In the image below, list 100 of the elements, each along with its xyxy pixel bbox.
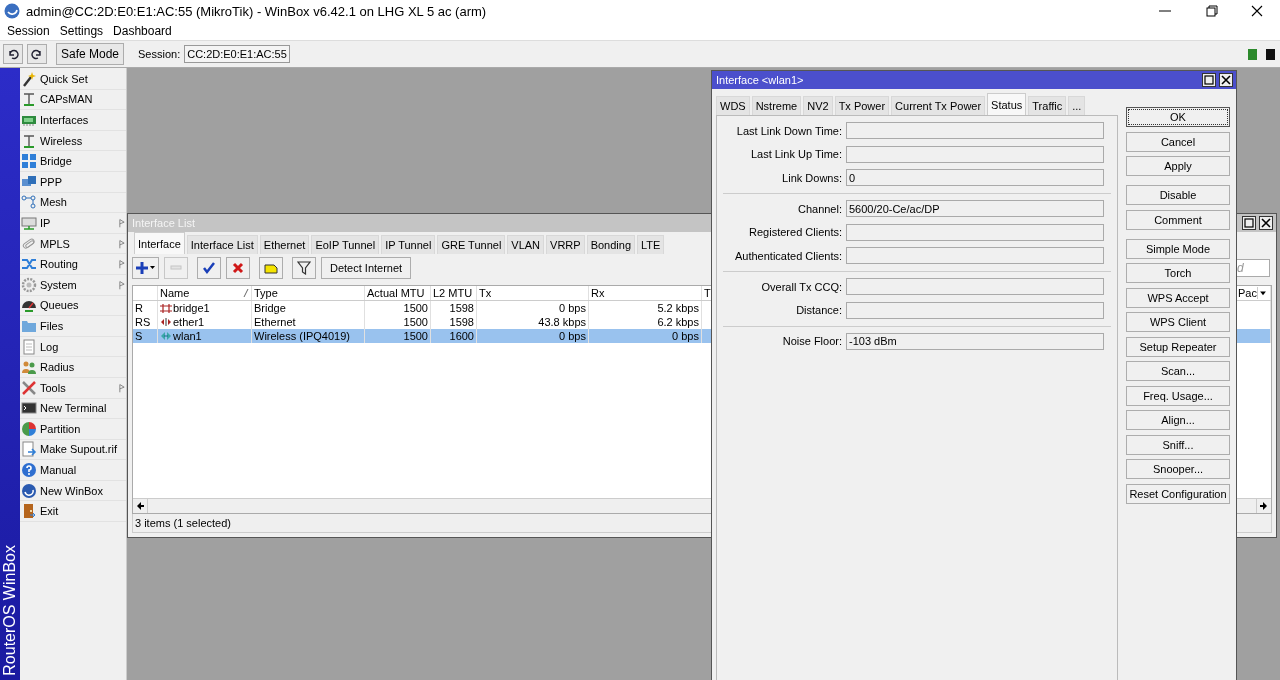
redo-button[interactable] <box>27 44 47 64</box>
tab[interactable]: Nstreme <box>751 96 802 115</box>
tab[interactable]: VRRP <box>546 235 585 254</box>
input-field[interactable]: -103 dBm <box>846 332 1104 350</box>
input-field[interactable] <box>846 223 1104 241</box>
dialog-button[interactable]: WPS Client <box>1126 312 1230 332</box>
sidebar-item[interactable]: Log <box>20 336 126 358</box>
tab[interactable]: WDS <box>716 96 750 115</box>
close-icon[interactable] <box>1219 73 1233 87</box>
filter-button[interactable] <box>292 257 316 279</box>
sidebar-item[interactable]: Bridge <box>20 151 126 172</box>
sidebar-item[interactable]: Wireless <box>20 130 126 152</box>
dialog-button[interactable]: Align... <box>1126 410 1230 430</box>
comment-button[interactable] <box>259 257 283 279</box>
tab[interactable]: GRE Tunnel <box>437 235 506 254</box>
dialog-button[interactable]: Setup Repeater <box>1126 336 1230 357</box>
sidebar-item[interactable]: Exit <box>20 501 126 523</box>
tab[interactable]: Traffic <box>1028 96 1067 115</box>
dialog-button[interactable]: Simple Mode <box>1126 238 1230 259</box>
field-label: Last Link Down Time: <box>735 124 843 137</box>
sidebar-item[interactable]: System <box>20 274 126 296</box>
dialog-button[interactable]: Apply <box>1126 156 1230 176</box>
dialog-button[interactable]: Snooper... <box>1126 459 1230 479</box>
tab[interactable]: IP Tunnel <box>381 235 436 254</box>
input-field[interactable] <box>846 122 1104 139</box>
dialog-button[interactable]: Freq. Usage... <box>1126 385 1230 406</box>
safe-mode-button[interactable]: Safe Mode <box>56 43 124 65</box>
sidebar-item[interactable]: Quick Set <box>20 69 126 90</box>
sidebar-item[interactable]: Queues <box>20 295 126 317</box>
sidebar-item[interactable]: New WinBox <box>20 480 126 502</box>
detect-internet-button[interactable]: Detect Internet <box>321 257 412 279</box>
check-icon <box>202 261 216 275</box>
tab[interactable]: Interface List <box>186 235 258 254</box>
sidebar-item[interactable]: Make Supout.rif <box>20 439 126 461</box>
sidebar-item[interactable]: Files <box>20 316 126 337</box>
submenu-arrow-icon <box>119 279 125 290</box>
status-light-icon <box>1248 48 1257 60</box>
tab[interactable]: Status <box>987 93 1027 115</box>
sidebar-item[interactable]: Radius <box>20 357 126 378</box>
field-label: Last Link Up Time: <box>749 148 843 160</box>
pie-chart-icon <box>21 420 37 437</box>
column-header[interactable]: Actual MTU <box>365 286 431 300</box>
table-cell: 1600 <box>431 329 477 343</box>
input-field[interactable]: 0 <box>846 169 1104 186</box>
undo-button[interactable] <box>3 44 23 64</box>
add-button[interactable] <box>132 257 159 279</box>
menu-item[interactable]: Settings <box>54 24 109 38</box>
sidebar-item[interactable]: New Terminal <box>20 398 126 420</box>
sidebar-item[interactable]: CAPsMAN <box>20 89 126 111</box>
tab[interactable]: VLAN <box>507 235 545 254</box>
input-field[interactable] <box>846 145 1104 163</box>
dialog-button[interactable]: Sniff... <box>1126 434 1230 455</box>
sidebar-item[interactable]: MPLS <box>20 233 126 255</box>
sidebar-item[interactable]: Mesh <box>20 192 126 214</box>
column-header[interactable]: Rx <box>589 286 702 300</box>
tab[interactable]: LTE <box>637 235 665 254</box>
sidebar-item[interactable]: Interfaces <box>20 110 126 131</box>
dialog-button[interactable]: Disable <box>1126 185 1230 205</box>
menu-item[interactable]: Session <box>2 24 55 38</box>
dialog-button[interactable]: Cancel <box>1126 131 1230 152</box>
sidebar-item[interactable]: Partition <box>20 419 126 440</box>
menu-item[interactable]: Dashboard <box>108 24 177 38</box>
dialog-button[interactable]: Torch <box>1126 263 1230 283</box>
tab[interactable]: Ethernet <box>259 235 310 254</box>
sidebar-item[interactable]: Routing <box>20 254 126 275</box>
sidebar-item[interactable]: PPP <box>20 171 126 193</box>
enable-button[interactable] <box>197 257 221 279</box>
column-header[interactable]: Type <box>252 286 365 300</box>
tab[interactable]: EoIP Tunnel <box>311 235 380 254</box>
table-cell: 0 bps <box>589 329 702 343</box>
tab[interactable]: Current Tx Power <box>891 96 986 115</box>
sidebar-item[interactable]: Tools <box>20 377 126 399</box>
bridge-icon <box>160 303 172 313</box>
input-field[interactable]: 5600/20-Ce/ac/DP <box>846 200 1104 217</box>
tab[interactable]: Interface <box>134 232 185 254</box>
submenu-arrow-icon <box>119 217 125 228</box>
input-field[interactable] <box>846 247 1104 264</box>
input-field[interactable] <box>846 278 1104 295</box>
dropdown-icon[interactable] <box>1256 287 1268 299</box>
tab[interactable]: Bonding <box>586 235 635 254</box>
column-header[interactable]: L2 MTU <box>431 286 477 300</box>
input-field[interactable] <box>846 301 1104 319</box>
dialog-button[interactable]: OK <box>1126 107 1230 127</box>
sidebar-item[interactable]: Manual <box>20 460 126 481</box>
sidebar-item[interactable]: IP <box>20 213 126 234</box>
disable-button[interactable] <box>226 257 250 279</box>
tab[interactable]: Tx Power <box>834 96 890 115</box>
tab[interactable]: NV2 <box>803 96 833 115</box>
maximize-icon[interactable] <box>1202 73 1216 87</box>
side-banner-text: RouterOS WinBox <box>1 545 19 678</box>
tab[interactable]: ... <box>1068 96 1086 115</box>
dialog-button[interactable]: Scan... <box>1126 361 1230 381</box>
column-header[interactable]: Tx <box>477 286 589 300</box>
antenna-icon <box>21 132 37 149</box>
dialog-button[interactable]: Reset Configuration <box>1126 483 1230 504</box>
column-header[interactable]: Name <box>158 286 252 300</box>
help-icon <box>21 462 37 479</box>
dialog-button[interactable]: Comment <box>1126 209 1230 230</box>
plus-caret-icon <box>135 261 156 275</box>
dialog-button[interactable]: WPS Accept <box>1126 287 1230 308</box>
